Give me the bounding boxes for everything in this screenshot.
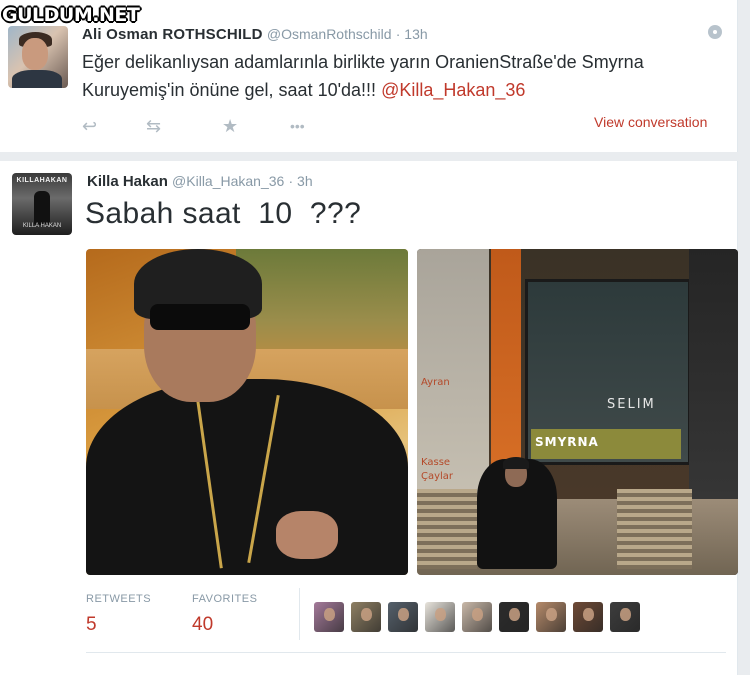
user-avatar[interactable] (8, 26, 68, 88)
stats-divider (299, 588, 300, 640)
avatar-face (22, 38, 48, 70)
photo-chairs (617, 489, 692, 569)
avatar-caption-bottom: KILLA HAKAN (22, 223, 62, 229)
more-icon[interactable]: ••• (290, 116, 305, 136)
avatar-body (12, 70, 62, 88)
retweets-stat[interactable]: RETWEETS 5 (86, 593, 151, 636)
avatar-figure (34, 191, 50, 225)
gear-icon[interactable] (708, 25, 722, 39)
favoriter-face (509, 608, 520, 621)
mention-link[interactable]: @Killa_Hakan_36 (381, 80, 525, 100)
photo-ayran-text: Ayran (421, 377, 450, 388)
favoriter-avatar[interactable] (610, 602, 640, 632)
tweet-text: Eğer delikanlıysan adamlarınla birlikte … (82, 48, 722, 104)
tweet-header: Ali Osman ROTHSCHILD @OsmanRothschild · … (82, 26, 428, 43)
favoriter-avatar[interactable] (351, 602, 381, 632)
view-conversation-link[interactable]: View conversation (594, 114, 707, 130)
retweet-icon[interactable]: ⇆ (146, 116, 161, 136)
favoriter-face (324, 608, 335, 621)
favoriter-avatar[interactable] (536, 602, 566, 632)
reply-tweet: KILLAHAKAN KILLA HAKAN Killa Hakan @Kill… (0, 161, 738, 675)
tweet-header: Killa Hakan @Killa_Hakan_36 · 3h (87, 173, 313, 190)
reply-icon[interactable]: ↩ (82, 116, 97, 136)
footer-divider (86, 652, 726, 653)
favoriter-face (583, 608, 594, 621)
favoriter-face (435, 608, 446, 621)
watermark-logo: GULDUM.NET (2, 4, 140, 26)
tweet-timestamp[interactable]: · 3h (289, 173, 313, 189)
photo-cay-text: Çaylar (421, 471, 454, 482)
photo-sunglasses (150, 304, 250, 330)
user-handle[interactable]: @Killa_Hakan_36 (172, 173, 284, 189)
favoriter-avatar[interactable] (314, 602, 344, 632)
tweet-timestamp[interactable]: · 13h (396, 26, 428, 42)
retweets-label: RETWEETS (86, 593, 152, 605)
favoriter-avatar[interactable] (462, 602, 492, 632)
photo-hand (276, 511, 338, 559)
favorites-count: 40 (192, 614, 214, 635)
favorites-label: FAVORITES (192, 593, 258, 605)
photo-kasse-text: Kasse (421, 457, 451, 468)
tweet-photo-selfie[interactable] (86, 249, 408, 575)
photo-smyrna-text: SMYRNA (535, 435, 599, 449)
favoriter-avatar[interactable] (573, 602, 603, 632)
favorites-stat[interactable]: FAVORITES 40 (192, 593, 257, 636)
favoriter-face (620, 608, 631, 621)
user-avatar[interactable]: KILLAHAKAN KILLA HAKAN (12, 173, 72, 235)
favoriter-avatar[interactable] (499, 602, 529, 632)
favoriter-face (472, 608, 483, 621)
favoriter-avatar[interactable] (425, 602, 455, 632)
user-name[interactable]: Killa Hakan (87, 173, 168, 190)
user-name[interactable]: Ali Osman ROTHSCHILD (82, 26, 263, 43)
photo-chairs (417, 489, 477, 569)
user-handle[interactable]: @OsmanRothschild (267, 26, 392, 42)
avatar-caption-top: KILLAHAKAN (16, 177, 68, 184)
tweet-photo-storefront[interactable]: SELIM SMYRNA Ayran Kasse Çaylar (417, 249, 738, 575)
photo-man-beanie (503, 457, 529, 469)
photo-jacket (86, 379, 408, 575)
favoriter-avatar[interactable] (388, 602, 418, 632)
favoriter-face (398, 608, 409, 621)
photo-selim-text: SELIM (607, 397, 656, 412)
favorite-icon[interactable]: ★ (222, 116, 238, 136)
tweet-text: Sabah saat 10 ??? (85, 197, 362, 230)
tweet-text-body: Eğer delikanlıysan adamlarınla birlikte … (82, 52, 644, 100)
favoriter-face (546, 608, 557, 621)
retweets-count: 5 (86, 614, 97, 635)
favoriter-face (361, 608, 372, 621)
